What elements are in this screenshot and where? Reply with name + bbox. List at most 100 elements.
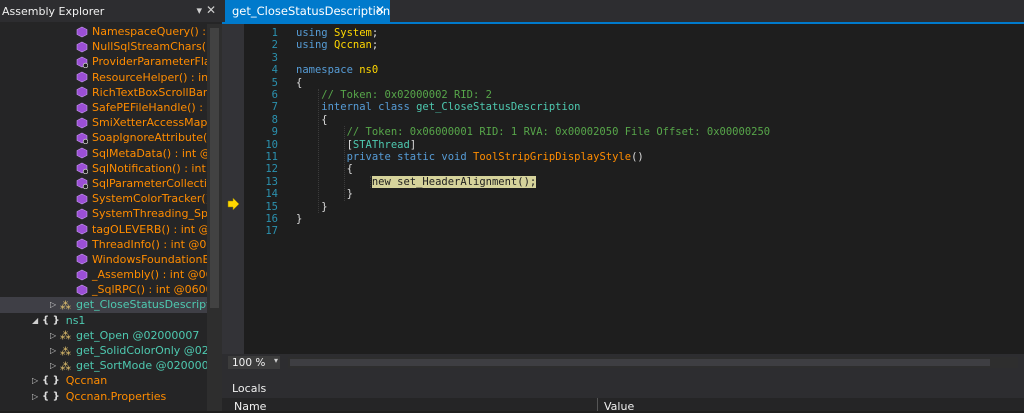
method-icon-wrap: [76, 193, 88, 205]
class-icon: ⁂: [60, 299, 71, 311]
expander-closed-icon[interactable]: ▷: [50, 361, 60, 370]
tree-item-namespace-ns1[interactable]: ◢{ } ns1: [0, 313, 222, 328]
code-line[interactable]: namespace ns0: [296, 64, 378, 76]
panel-divider[interactable]: [222, 371, 1024, 378]
code-line[interactable]: // Token: 0x06000001 RID: 1 RVA: 0x00002…: [296, 126, 771, 138]
method-icon-wrap: [76, 26, 88, 38]
breakpoint-gutter[interactable]: [222, 24, 244, 354]
tree-item-label: ns1: [65, 313, 86, 327]
tree-item-class[interactable]: ▷ ⁂ get_SortMode @0200000: [0, 358, 222, 373]
tree-item-method[interactable]: SqlParameterCollectio: [0, 176, 222, 191]
class-ref-icon-wrap: [76, 177, 88, 190]
method-icon: [76, 254, 88, 265]
code-token: ;: [371, 27, 379, 39]
method-icon-wrap: [76, 208, 88, 220]
hscroll-thumb[interactable]: [290, 359, 990, 366]
code-line[interactable]: new set_HeaderAlignment();: [296, 175, 537, 188]
tree-scrollbar[interactable]: [207, 24, 222, 411]
tree-item-method[interactable]: ThreadInfo() : int @06: [0, 237, 222, 252]
code-line[interactable]: }: [296, 200, 328, 213]
indent-guide: [318, 89, 319, 213]
method-icon-wrap: [76, 41, 88, 53]
tree-item-method[interactable]: WindowsFoundationE: [0, 252, 222, 267]
class-ref-icon: [76, 56, 88, 68]
column-separator[interactable]: [597, 398, 598, 411]
expander-open-icon[interactable]: ◢: [32, 316, 42, 325]
column-header-name[interactable]: Name: [234, 400, 266, 413]
code-line[interactable]: {: [296, 77, 302, 89]
editor-hscrollbar[interactable]: [288, 357, 1018, 368]
tree-item-method[interactable]: SystemThreading_Spin: [0, 206, 222, 221]
tree-item-label: SystemThreading_Spin: [92, 207, 218, 221]
code-token: Qccnan: [333, 39, 372, 52]
class-icon-wrap: ⁂: [60, 329, 72, 341]
tree-item-class-selected[interactable]: ▷ ⁂ get_CloseStatusDescriptio: [0, 297, 222, 313]
tree-item-method[interactable]: SafePEFileHandle() : st: [0, 100, 222, 115]
tree-item-label: Qccnan.Properties: [65, 389, 167, 403]
code-token: ;: [371, 39, 379, 52]
code-token: STAThread: [352, 138, 410, 151]
code-line[interactable]: {: [296, 114, 327, 126]
chevron-down-icon: ▾: [273, 356, 278, 365]
expander-closed-icon[interactable]: ▷: [32, 376, 42, 385]
line-number: 13: [265, 175, 278, 188]
tree-item-method[interactable]: NullSqlStreamChars() :: [0, 39, 222, 54]
tree-item-class[interactable]: ▷ ⁂ get_Open @02000007: [0, 328, 222, 343]
zoom-dropdown[interactable]: 100 % ▾: [228, 356, 280, 369]
column-header-value[interactable]: Value: [604, 400, 634, 413]
tree-item-method[interactable]: SqlNotification() : int @: [0, 161, 222, 176]
line-number: 14: [265, 188, 278, 201]
code-line[interactable]: using System;: [296, 27, 378, 39]
code-token: ns0: [359, 64, 379, 77]
code-editor[interactable]: 1 using System; 2 using Qccnan; 3 4 namespace …: [244, 24, 1024, 354]
indent-guide: [370, 175, 371, 189]
class-ref-icon: [76, 162, 88, 175]
line-number: 3: [271, 51, 278, 64]
current-statement-arrow-icon: [227, 198, 240, 210]
locals-column-headers: Name Value: [222, 398, 1024, 413]
chevron-down-icon[interactable]: ▾: [196, 4, 202, 17]
code-line[interactable]: [STAThread]: [296, 138, 417, 151]
code-line[interactable]: internal class get_CloseStatusDescriptio…: [296, 101, 580, 113]
expander-closed-icon[interactable]: ▷: [50, 346, 60, 355]
tree-item-method[interactable]: RichTextBoxScrollBars: [0, 85, 222, 100]
code-line[interactable]: using Qccnan;: [296, 39, 378, 51]
expander-closed-icon[interactable]: ▷: [50, 331, 60, 340]
close-icon[interactable]: ✕: [375, 3, 385, 17]
tree-item-method[interactable]: ProviderParameterFlag: [0, 54, 222, 69]
class-ref-icon: [76, 178, 88, 190]
tree-item-method[interactable]: ResourceHelper() : int: [0, 70, 222, 85]
tree-item-method[interactable]: SystemColorTracker() :: [0, 191, 222, 206]
tree-item-method[interactable]: SmiXetterAccessMap(: [0, 115, 222, 130]
tree-item-method[interactable]: _SqlRPC() : int @0600: [0, 282, 222, 297]
tree-item-method[interactable]: _Assembly() : int @06: [0, 267, 222, 282]
svg-text:⁂: ⁂: [60, 329, 71, 341]
code-line[interactable]: private static void ToolStripGripDisplay…: [296, 151, 644, 163]
code-line[interactable]: }: [296, 213, 302, 225]
editor-statusbar: 100 % ▾: [222, 354, 1024, 371]
method-icon: [76, 238, 88, 250]
expander-closed-icon[interactable]: ▷: [32, 392, 42, 401]
code-line[interactable]: // Token: 0x02000002 RID: 2: [296, 89, 492, 101]
tree-item-label: RichTextBoxScrollBars: [92, 85, 214, 99]
tree-item-method[interactable]: SoapIgnoreAttribute(A: [0, 130, 222, 145]
method-icon: [76, 26, 88, 37]
tree-item-namespace[interactable]: ▷{ } Qccnan.Properties: [0, 389, 222, 404]
tree-scrollbar-thumb[interactable]: [210, 28, 219, 308]
tab-get-closestatusdescription[interactable]: get_CloseStatusDescription ✕: [225, 0, 390, 22]
indent-guide: [344, 126, 345, 201]
method-icon: [76, 117, 88, 129]
close-icon[interactable]: ✕: [206, 3, 216, 17]
line-number: 6: [271, 89, 278, 101]
code-token: }: [296, 200, 328, 213]
expander-closed-icon[interactable]: ▷: [50, 300, 60, 309]
tree-item-class[interactable]: ▷ ⁂ get_SolidColorOnly @020: [0, 343, 222, 358]
class-ref-icon: [76, 132, 88, 144]
method-icon: [76, 147, 88, 159]
tree-item-method[interactable]: NamespaceQuery() : in: [0, 24, 222, 39]
tree-item-namespace[interactable]: ▷{ } Qccnan: [0, 373, 222, 388]
tree-item-method[interactable]: SqlMetaData() : int @0: [0, 146, 222, 161]
tree-item-method[interactable]: tagOLEVERB() : int @0: [0, 221, 222, 236]
tree-item-label: get_CloseStatusDescriptio: [76, 298, 221, 312]
code-token: namespace: [296, 64, 360, 77]
